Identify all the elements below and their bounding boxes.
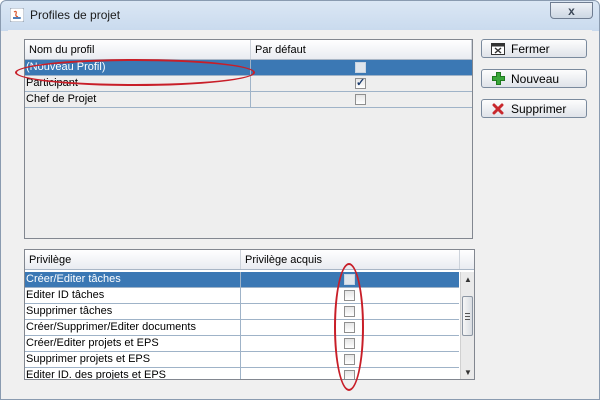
delete-icon [491, 102, 505, 116]
title-bar[interactable]: Profiles de projet x [1, 1, 599, 30]
acquired-checkbox[interactable] [344, 274, 355, 285]
scroll-thumb[interactable] [462, 296, 473, 336]
profile-default-cell [251, 60, 472, 75]
supprimer-button[interactable]: Supprimer [481, 99, 587, 118]
privilege-acquired-cell [241, 288, 459, 303]
profiles-table[interactable]: Nom du profil Par défaut (Nouveau Profil… [24, 39, 473, 239]
acquired-checkbox[interactable] [344, 290, 355, 301]
column-header-acquired[interactable]: Privilège acquis [241, 250, 460, 269]
privilege-row[interactable]: Supprimer tâches [25, 304, 459, 320]
profile-name-cell[interactable]: Participant [25, 76, 251, 91]
profiles-table-header: Nom du profil Par défaut [25, 40, 472, 60]
default-checkbox[interactable] [355, 94, 366, 105]
profiles-dialog: Profiles de projet x Nom du profil Par d… [0, 0, 600, 400]
privilege-acquired-cell [241, 304, 459, 319]
acquired-checkbox[interactable] [344, 370, 355, 379]
window-close-button[interactable]: x [550, 2, 593, 19]
privilege-name-cell[interactable]: Editer ID. des projets et EPS [25, 368, 241, 379]
default-checkbox[interactable] [355, 62, 366, 73]
profile-name-cell[interactable]: Chef de Projet [25, 92, 251, 107]
privilege-name-cell[interactable]: Supprimer projets et EPS [25, 352, 241, 367]
plus-icon [491, 72, 505, 86]
privilege-row[interactable]: Créer/Editer projets et EPS [25, 336, 459, 352]
privilege-name-cell[interactable]: Créer/Editer tâches [25, 272, 241, 287]
privileges-table[interactable]: Privilège Privilège acquis Créer/Editer … [24, 249, 475, 380]
column-header-default[interactable]: Par défaut [251, 40, 472, 59]
privilege-name-cell[interactable]: Créer/Editer projets et EPS [25, 336, 241, 351]
column-header-privilege[interactable]: Privilège [25, 250, 241, 269]
column-header-profile-name[interactable]: Nom du profil [25, 40, 251, 59]
java-icon [10, 8, 24, 22]
fermer-label: Fermer [511, 41, 550, 56]
privilege-row[interactable]: Editer ID. des projets et EPS [25, 368, 459, 379]
profile-default-cell [251, 92, 472, 107]
privilege-acquired-cell [241, 336, 459, 351]
privilege-name-cell[interactable]: Editer ID tâches [25, 288, 241, 303]
privilege-row[interactable]: Editer ID tâches [25, 288, 459, 304]
privilege-row[interactable]: Créer/Supprimer/Editer documents [25, 320, 459, 336]
default-checkbox[interactable] [355, 76, 366, 89]
profile-row[interactable]: Chef de Projet [25, 92, 472, 108]
dialog-body: Nom du profil Par défaut (Nouveau Profil… [8, 30, 592, 394]
privilege-acquired-cell [241, 368, 459, 379]
nouveau-label: Nouveau [511, 71, 560, 86]
privilege-acquired-cell [241, 320, 459, 335]
window-title: Profiles de projet [30, 8, 121, 22]
profile-name-cell[interactable]: (Nouveau Profil) [25, 60, 251, 75]
privileges-scrollbar[interactable]: ▲ ▼ [460, 272, 474, 379]
privilege-name-cell[interactable]: Supprimer tâches [25, 304, 241, 319]
close-window-icon [491, 42, 505, 56]
header-corner [460, 250, 474, 269]
privilege-name-cell[interactable]: Créer/Supprimer/Editer documents [25, 320, 241, 335]
acquired-checkbox[interactable] [344, 306, 355, 317]
privilege-acquired-cell [241, 352, 459, 367]
privilege-row[interactable]: Créer/Editer tâches [25, 272, 459, 288]
supprimer-label: Supprimer [511, 101, 567, 116]
acquired-checkbox[interactable] [344, 322, 355, 333]
scroll-up-icon[interactable]: ▲ [461, 272, 474, 286]
fermer-button[interactable]: Fermer [481, 39, 587, 58]
privilege-row[interactable]: Supprimer projets et EPS [25, 352, 459, 368]
privileges-table-header: Privilège Privilège acquis [25, 250, 474, 270]
scroll-down-icon[interactable]: ▼ [461, 365, 474, 379]
profile-row[interactable]: (Nouveau Profil) [25, 60, 472, 76]
profile-default-cell [251, 76, 472, 91]
nouveau-button[interactable]: Nouveau [481, 69, 587, 88]
profile-row[interactable]: Participant [25, 76, 472, 92]
acquired-checkbox[interactable] [344, 338, 355, 349]
acquired-checkbox[interactable] [344, 354, 355, 365]
privilege-acquired-cell [241, 272, 459, 287]
